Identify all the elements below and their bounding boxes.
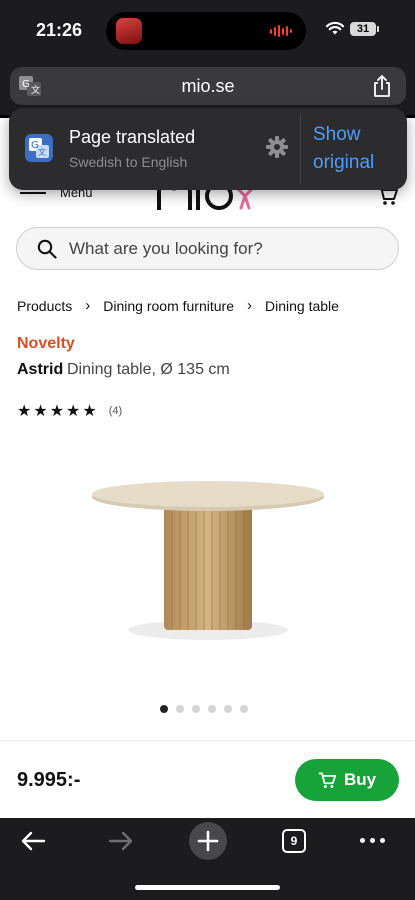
buy-button[interactable]: Buy — [295, 759, 399, 801]
audio-wave-icon — [270, 25, 292, 37]
cart-icon — [318, 772, 336, 789]
browser-bottom-toolbar: 9 — [0, 818, 415, 900]
share-icon[interactable] — [372, 74, 392, 98]
tabs-button[interactable]: 9 — [282, 829, 306, 853]
star-icon: ★ — [66, 403, 81, 420]
show-original-button[interactable]: Show original — [313, 121, 401, 177]
translate-icon: G 文 — [25, 134, 53, 162]
more-icon[interactable] — [360, 838, 385, 843]
carousel-dot[interactable] — [224, 705, 232, 713]
carousel-dot[interactable] — [192, 705, 200, 713]
product-description: Dining table, Ø 135 cm — [67, 361, 230, 378]
search-bar[interactable] — [16, 227, 399, 270]
new-tab-button[interactable] — [189, 822, 227, 860]
breadcrumb: Products › Dining room furniture › Dinin… — [17, 297, 339, 314]
chevron-right-icon: › — [246, 297, 252, 314]
forward-arrow-icon[interactable] — [108, 830, 134, 852]
product-name: Astrid — [17, 361, 64, 378]
svg-text:文: 文 — [38, 147, 46, 157]
product-image[interactable] — [80, 440, 340, 660]
chevron-right-icon: › — [85, 297, 91, 314]
now-playing-app-icon — [116, 18, 142, 44]
buy-label: Buy — [343, 770, 377, 789]
search-icon — [37, 239, 57, 259]
star-icon: ★ — [17, 403, 32, 420]
browser-top-chrome: 21:26 31 G 文 mio.se — [0, 0, 415, 115]
translation-title: Page translated — [69, 127, 196, 147]
dynamic-island — [106, 12, 306, 50]
url-bar[interactable]: G 文 mio.se — [10, 67, 406, 105]
back-arrow-icon[interactable] — [20, 830, 46, 852]
image-carousel-dots — [160, 705, 248, 713]
novelty-badge: Novelty — [17, 335, 75, 352]
wifi-icon — [325, 21, 345, 35]
home-indicator[interactable] — [135, 885, 280, 890]
hamburger-menu-icon[interactable] — [20, 192, 46, 194]
product-price: 9.995:- — [17, 769, 81, 791]
star-icon: ★ — [82, 403, 97, 420]
gear-icon[interactable] — [266, 136, 288, 158]
breadcrumb-dining-room-furniture[interactable]: Dining room furniture — [103, 298, 234, 314]
battery-indicator: 31 — [350, 22, 379, 36]
purchase-bar: 9.995:- Buy — [0, 740, 415, 818]
star-icon: ★ — [49, 403, 65, 420]
carousel-dot[interactable] — [160, 705, 168, 713]
status-time: 21:26 — [36, 20, 83, 40]
rating-stars[interactable]: ★ ★ ★ ★ ★ (4) — [17, 401, 122, 421]
search-input[interactable] — [69, 228, 369, 269]
translation-banner: G 文 Page translated Swedish to English S… — [9, 108, 407, 190]
divider — [300, 114, 301, 184]
carousel-dot[interactable] — [240, 705, 248, 713]
breadcrumb-dining-table[interactable]: Dining table — [265, 298, 339, 314]
carousel-dot[interactable] — [208, 705, 216, 713]
star-icon: ★ — [33, 403, 48, 420]
carousel-dot[interactable] — [176, 705, 184, 713]
review-count[interactable]: (4) — [109, 405, 122, 417]
breadcrumb-products[interactable]: Products — [17, 298, 72, 314]
translation-languages: Swedish to English — [69, 154, 188, 170]
url-text[interactable]: mio.se — [10, 76, 406, 97]
plus-icon — [197, 830, 219, 852]
